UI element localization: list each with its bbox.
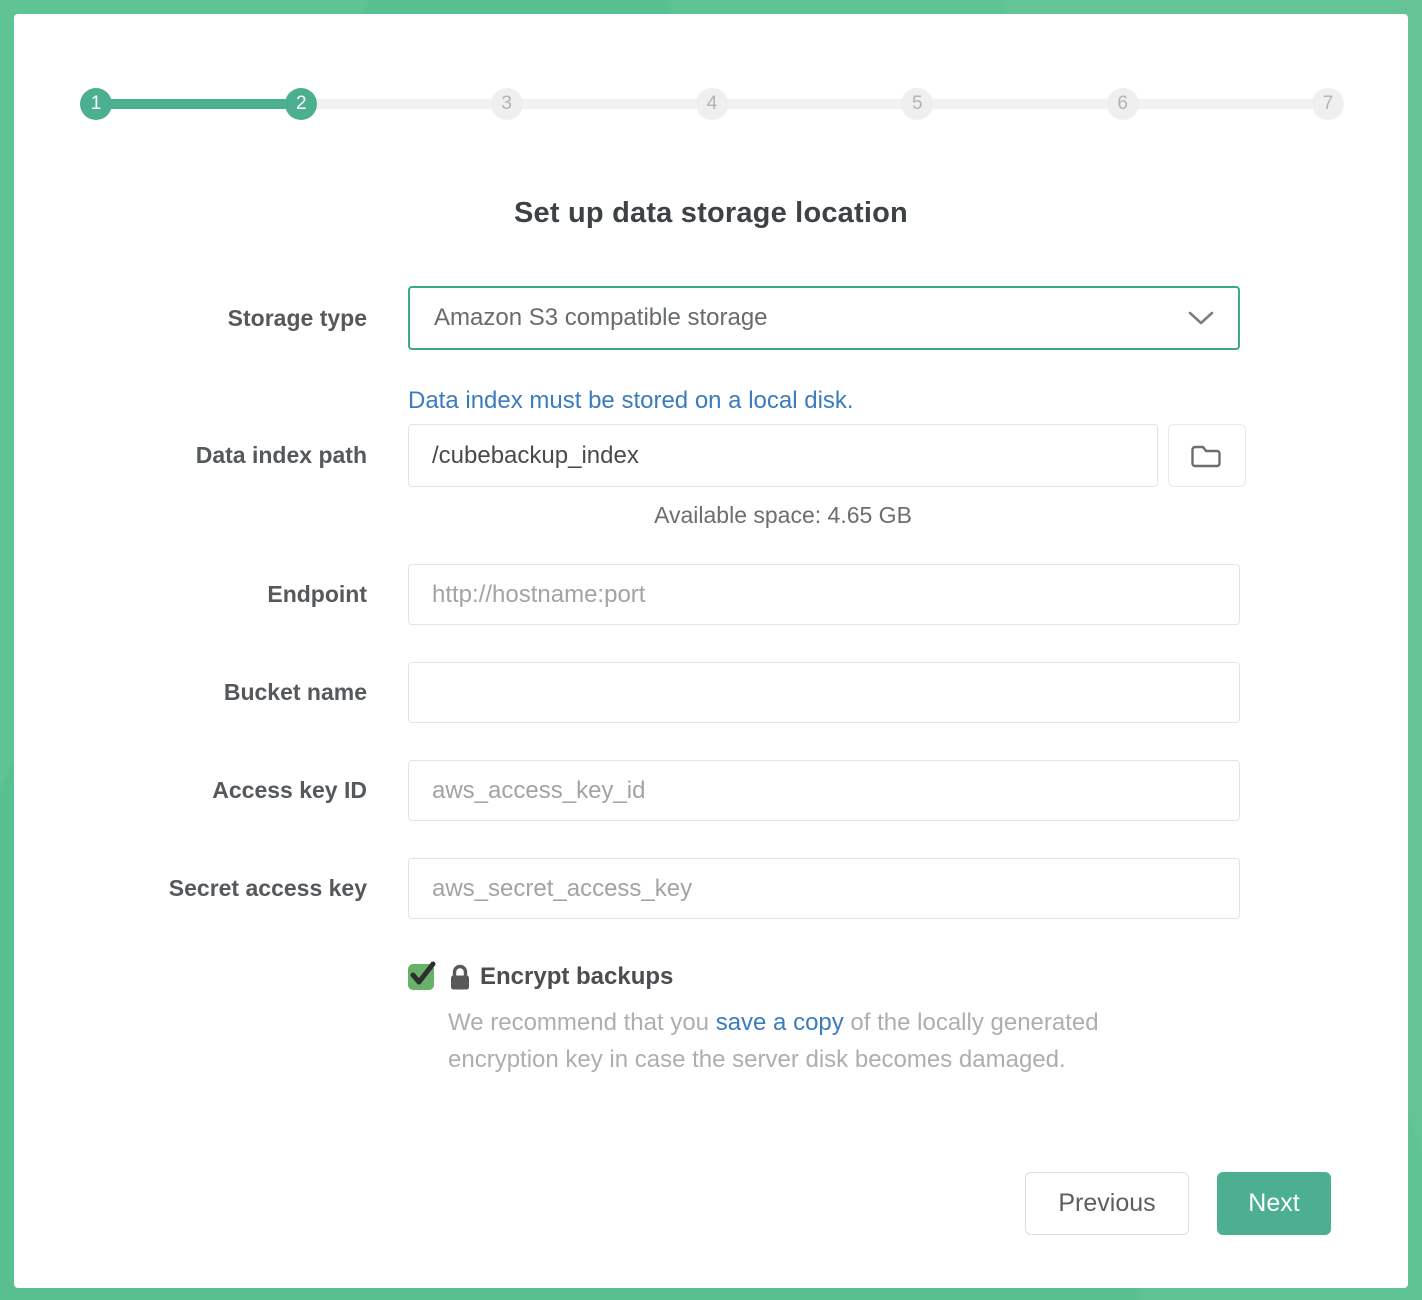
storage-type-selected-value: Amazon S3 compatible storage bbox=[434, 304, 1188, 332]
secret-key-row: Secret access key bbox=[14, 858, 1408, 919]
stepper-step-1: 1 bbox=[80, 88, 112, 120]
stepper-step-2: 2 bbox=[285, 88, 317, 120]
page-title: Set up data storage location bbox=[14, 197, 1408, 230]
storage-type-label: Storage type bbox=[14, 305, 367, 332]
encrypt-recommendation: We recommend that you save a copy of the… bbox=[448, 1004, 1208, 1078]
endpoint-row: Endpoint bbox=[14, 564, 1408, 625]
bucket-name-input[interactable] bbox=[408, 662, 1240, 723]
endpoint-label: Endpoint bbox=[14, 581, 367, 608]
stepper-step-5: 5 bbox=[901, 88, 933, 120]
data-index-note: Data index must be stored on a local dis… bbox=[408, 387, 1408, 415]
access-key-label: Access key ID bbox=[14, 777, 367, 804]
secret-key-label: Secret access key bbox=[14, 875, 367, 902]
stepper-step-7: 7 bbox=[1312, 88, 1344, 120]
stepper-progress-bar bbox=[96, 99, 307, 109]
chevron-down-icon bbox=[1188, 310, 1214, 326]
secret-key-input[interactable] bbox=[408, 858, 1240, 919]
stepper-step-6: 6 bbox=[1107, 88, 1139, 120]
encrypt-backups-label: Encrypt backups bbox=[480, 963, 673, 991]
setup-wizard-card: 1 2 3 4 5 6 7 Set up data storage locati… bbox=[14, 14, 1408, 1288]
wizard-stepper: 1 2 3 4 5 6 7 bbox=[80, 88, 1344, 120]
storage-type-row: Storage type Amazon S3 compatible storag… bbox=[14, 286, 1408, 350]
encrypt-backups-checkbox[interactable] bbox=[408, 964, 434, 990]
browse-folder-button[interactable] bbox=[1168, 424, 1246, 487]
previous-button[interactable]: Previous bbox=[1025, 1172, 1189, 1235]
data-index-path-row: Data index path bbox=[14, 424, 1408, 487]
storage-type-select[interactable]: Amazon S3 compatible storage bbox=[408, 286, 1240, 350]
save-a-copy-link[interactable]: save a copy bbox=[716, 1009, 844, 1036]
data-index-path-input[interactable] bbox=[408, 424, 1158, 487]
wizard-nav-buttons: Previous Next bbox=[1025, 1172, 1331, 1235]
encrypt-backups-row: Encrypt backups bbox=[408, 963, 1408, 991]
bucket-name-row: Bucket name bbox=[14, 662, 1408, 723]
available-space-text: Available space: 4.65 GB bbox=[408, 502, 1158, 529]
stepper-step-4: 4 bbox=[696, 88, 728, 120]
endpoint-input[interactable] bbox=[408, 564, 1240, 625]
bucket-name-label: Bucket name bbox=[14, 679, 367, 706]
access-key-input[interactable] bbox=[408, 760, 1240, 821]
folder-icon bbox=[1191, 443, 1223, 469]
next-button[interactable]: Next bbox=[1217, 1172, 1331, 1235]
storage-form: Storage type Amazon S3 compatible storag… bbox=[14, 286, 1408, 1078]
data-index-path-label: Data index path bbox=[14, 442, 367, 469]
stepper-step-3: 3 bbox=[491, 88, 523, 120]
access-key-row: Access key ID bbox=[14, 760, 1408, 821]
lock-icon bbox=[449, 964, 471, 991]
